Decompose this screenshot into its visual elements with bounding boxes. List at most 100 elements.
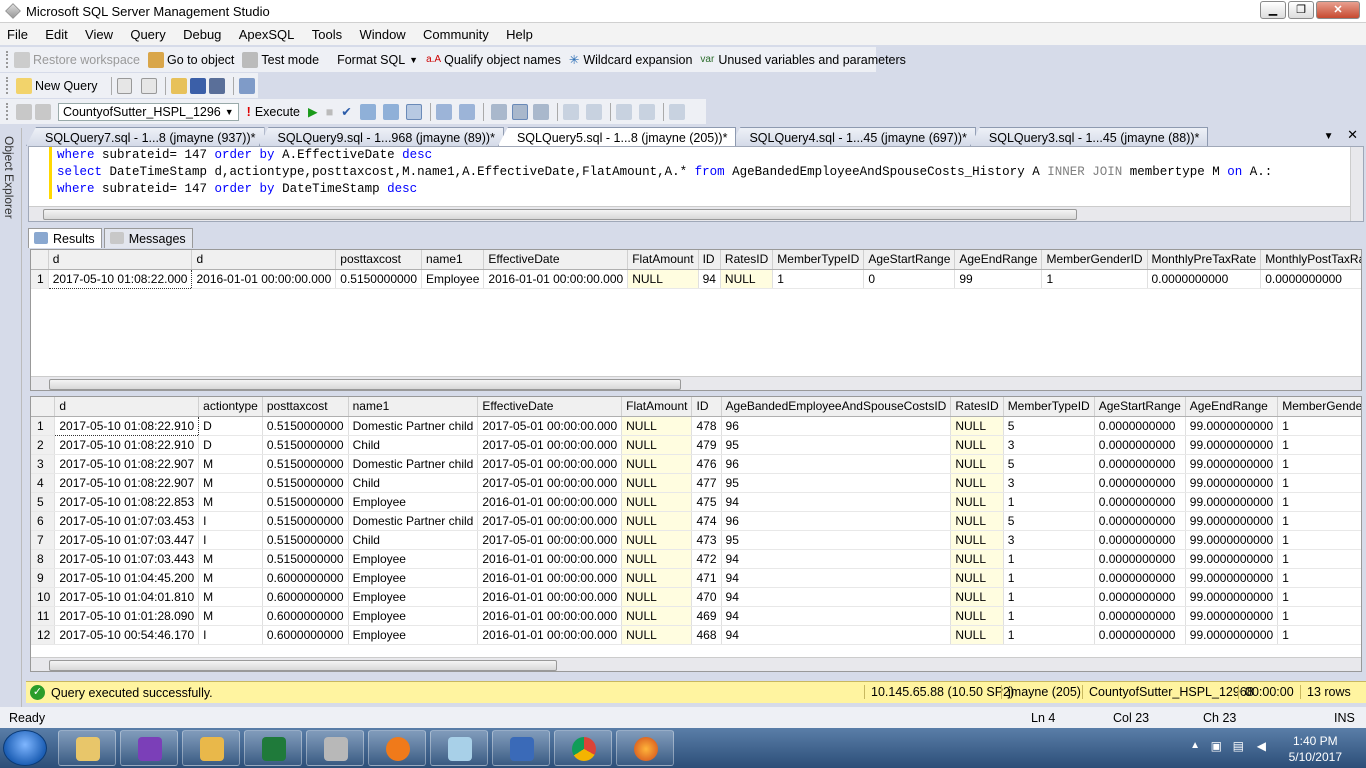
table-row[interactable]: 7 2017-05-10 01:07:03.447 I 0.5150000000 Chi…	[31, 530, 1361, 550]
cell[interactable]: 2017-05-10 01:08:22.853	[54, 492, 200, 512]
cell[interactable]: 477	[691, 473, 722, 493]
cell[interactable]: 2017-05-10 01:04:01.810	[54, 587, 200, 607]
cell[interactable]: 99	[954, 269, 1043, 289]
client-stats-icon[interactable]	[458, 103, 475, 120]
cell[interactable]: 1	[1277, 606, 1361, 626]
column-header[interactable]: EffectiveDate	[477, 397, 623, 417]
row-number[interactable]: 12	[31, 625, 56, 645]
column-header[interactable]: AgeStartRange	[1094, 397, 1186, 417]
column-header[interactable]: MonthlyPostTaxRate	[1260, 250, 1361, 270]
table-row[interactable]: 5 2017-05-10 01:08:22.853 M 0.5150000000 Emp…	[31, 492, 1361, 512]
comment-icon[interactable]	[562, 103, 579, 120]
stop-icon[interactable]: ■	[326, 105, 334, 119]
cell[interactable]: 3	[1003, 435, 1095, 455]
cell[interactable]: 1	[1277, 568, 1361, 588]
cell[interactable]: 2017-05-10 01:08:22.910	[54, 435, 200, 455]
cell[interactable]: D	[198, 416, 263, 436]
cell[interactable]: NULL	[950, 549, 1004, 569]
new-file-icon[interactable]	[116, 77, 133, 94]
cell[interactable]: 99.0000000000	[1185, 568, 1279, 588]
cell[interactable]: 94	[721, 587, 952, 607]
table-row[interactable]: 9 2017-05-10 01:04:45.200 M 0.6000000000 Emp…	[31, 568, 1361, 588]
tab-results[interactable]: Results	[28, 228, 102, 248]
tab-sqlquery4[interactable]: SQLQuery4.sql - 1...45 (jmayne (697))*	[730, 127, 976, 146]
cell[interactable]: 2017-05-10 01:01:28.090	[54, 606, 200, 626]
cell[interactable]: Child	[348, 435, 479, 455]
qualify-object-names-button[interactable]: a.A Qualify object names	[426, 53, 561, 67]
cell[interactable]: 3	[1003, 473, 1095, 493]
results-grid-2[interactable]: d actiontype posttaxcost name1 Effective…	[30, 396, 1362, 672]
cell[interactable]: 0.5150000000	[262, 530, 349, 550]
cell[interactable]: 0.0000000000	[1094, 511, 1186, 531]
column-header[interactable]: ID	[691, 397, 722, 417]
column-header[interactable]: RatesID	[720, 250, 774, 270]
column-header[interactable]: name1	[348, 397, 479, 417]
tray-app-icon[interactable]: ▣	[1211, 739, 1222, 753]
cell[interactable]: 2016-01-01 00:00:00.000	[191, 269, 337, 289]
cell[interactable]: 0.6000000000	[262, 587, 349, 607]
volume-icon[interactable]: ◀	[1257, 739, 1266, 753]
cell[interactable]: 96	[721, 416, 952, 436]
minimize-button[interactable]: ▁	[1260, 1, 1286, 19]
cell[interactable]: 1	[1277, 454, 1361, 474]
row-number[interactable]: 8	[31, 549, 56, 569]
cell[interactable]: 5	[1003, 511, 1095, 531]
column-header[interactable]: d	[48, 250, 193, 270]
cell[interactable]: 94	[721, 625, 952, 645]
cell[interactable]: 0	[863, 269, 956, 289]
column-header[interactable]: actiontype	[198, 397, 263, 417]
cell[interactable]: 1	[1003, 492, 1095, 512]
row-number[interactable]: 7	[31, 530, 56, 550]
cell[interactable]: M	[198, 492, 263, 512]
cell[interactable]: 0.0000000000	[1094, 454, 1186, 474]
cell[interactable]: 99.0000000000	[1185, 492, 1279, 512]
row-number[interactable]: 5	[31, 492, 56, 512]
cell[interactable]: NULL	[621, 492, 693, 512]
connect-icon[interactable]	[16, 103, 32, 120]
results-grid-1[interactable]: d d posttaxcost name1 EffectiveDate Flat…	[30, 249, 1362, 391]
column-header[interactable]: FlatAmount	[627, 250, 699, 270]
cell[interactable]: NULL	[621, 435, 693, 455]
cell[interactable]: 99.0000000000	[1185, 511, 1279, 531]
cell[interactable]: NULL	[621, 625, 693, 645]
cell[interactable]: NULL	[627, 269, 699, 289]
column-header[interactable]: posttaxcost	[262, 397, 349, 417]
cell[interactable]: 2016-01-01 00:00:00.000	[477, 568, 623, 588]
grid1-horizontal-scrollbar[interactable]	[31, 376, 1361, 390]
cell[interactable]: NULL	[621, 511, 693, 531]
query-options-icon[interactable]	[382, 103, 399, 120]
network-icon[interactable]: ▤	[1233, 739, 1244, 753]
cell[interactable]: 474	[691, 511, 722, 531]
menu-community[interactable]: Community	[416, 23, 496, 42]
new-query-button[interactable]: New Query	[15, 77, 98, 94]
cell[interactable]: 2017-05-10 01:08:22.907	[54, 473, 200, 493]
cell[interactable]: NULL	[950, 568, 1004, 588]
scrollbar-thumb[interactable]	[49, 660, 557, 671]
cell[interactable]: 0.5150000000	[335, 269, 423, 289]
cell[interactable]: 2017-05-10 01:08:22.907	[54, 454, 200, 474]
cell[interactable]: 0.5150000000	[262, 492, 349, 512]
cell[interactable]: 1	[1277, 549, 1361, 569]
tab-sqlquery9[interactable]: SQLQuery9.sql - 1...968 (jmayne (89))*	[258, 127, 504, 146]
cell[interactable]: 2016-01-01 00:00:00.000	[477, 549, 623, 569]
cell[interactable]: 2017-05-10 01:08:22.910	[54, 415, 200, 436]
cell[interactable]: I	[198, 530, 263, 550]
cell[interactable]: 471	[691, 568, 722, 588]
cell[interactable]: Employee	[348, 587, 479, 607]
cell[interactable]: NULL	[950, 492, 1004, 512]
toolbar-grip[interactable]	[6, 103, 10, 120]
cell[interactable]: NULL	[950, 530, 1004, 550]
sql-editor[interactable]: where subrateid= 147 order by A.Effectiv…	[28, 146, 1364, 222]
cell[interactable]: 94	[721, 492, 952, 512]
tab-sqlquery7[interactable]: SQLQuery7.sql - 1...8 (jmayne (937))*	[26, 127, 265, 146]
cell[interactable]: D	[198, 435, 263, 455]
cell[interactable]: M	[198, 587, 263, 607]
table-row[interactable]: 12 2017-05-10 00:54:46.170 I 0.6000000000 Em…	[31, 625, 1361, 645]
cell[interactable]: 0.0000000000	[1094, 587, 1186, 607]
column-header[interactable]: AgeEndRange	[1185, 397, 1279, 417]
cell[interactable]: 1	[1003, 568, 1095, 588]
row-number[interactable]: 1	[31, 416, 56, 436]
cell[interactable]: 1	[1277, 416, 1361, 436]
increase-indent-icon[interactable]	[638, 103, 655, 120]
cell[interactable]: 475	[691, 492, 722, 512]
